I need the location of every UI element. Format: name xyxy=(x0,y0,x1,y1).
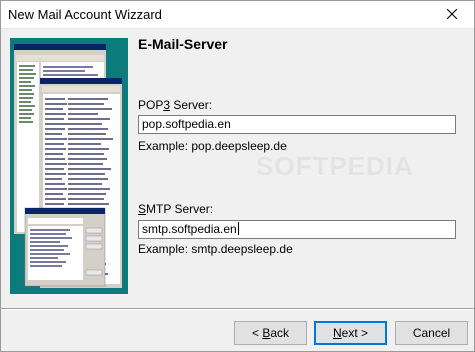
cancel-button[interactable]: Cancel xyxy=(395,321,468,345)
smtp-label-suffix: MTP Server: xyxy=(146,202,214,216)
wizard-window: New Mail Account Wizzard E-Mail-Server P… xyxy=(0,0,475,352)
close-icon xyxy=(446,6,457,24)
next-button[interactable]: Next > xyxy=(314,321,387,345)
close-button[interactable] xyxy=(429,1,474,28)
text-caret xyxy=(237,222,239,235)
smtp-label-accelerator: S xyxy=(138,202,147,216)
back-button[interactable]: < Back xyxy=(234,321,307,345)
pop3-server-value: pop.softpedia.en xyxy=(142,117,231,131)
pop3-label-prefix: POP xyxy=(138,98,164,112)
next-label-suffix: ext > xyxy=(341,326,369,340)
pop3-server-label: POP3 Server: xyxy=(138,98,212,112)
next-label-accelerator: N xyxy=(332,326,342,340)
smtp-server-input[interactable]: smtp.softpedia.en xyxy=(138,220,456,239)
button-bar-divider xyxy=(1,308,474,310)
smtp-example-text: Example: smtp.deepsleep.de xyxy=(138,242,293,256)
smtp-server-label: SMTP Server: xyxy=(138,202,213,216)
softpedia-watermark: SOFTPEDIA xyxy=(256,151,414,181)
title-bar: New Mail Account Wizzard xyxy=(1,1,474,29)
pop3-server-input[interactable]: pop.softpedia.en xyxy=(138,115,456,134)
wizard-side-image xyxy=(10,38,128,294)
page-heading: E-Mail-Server xyxy=(138,36,228,52)
window-title: New Mail Account Wizzard xyxy=(8,7,162,22)
back-label-prefix: < xyxy=(251,326,263,340)
smtp-server-value: smtp.softpedia.en xyxy=(142,222,237,236)
back-label-suffix: ack xyxy=(270,326,290,340)
pop3-label-suffix: Server: xyxy=(170,98,213,112)
